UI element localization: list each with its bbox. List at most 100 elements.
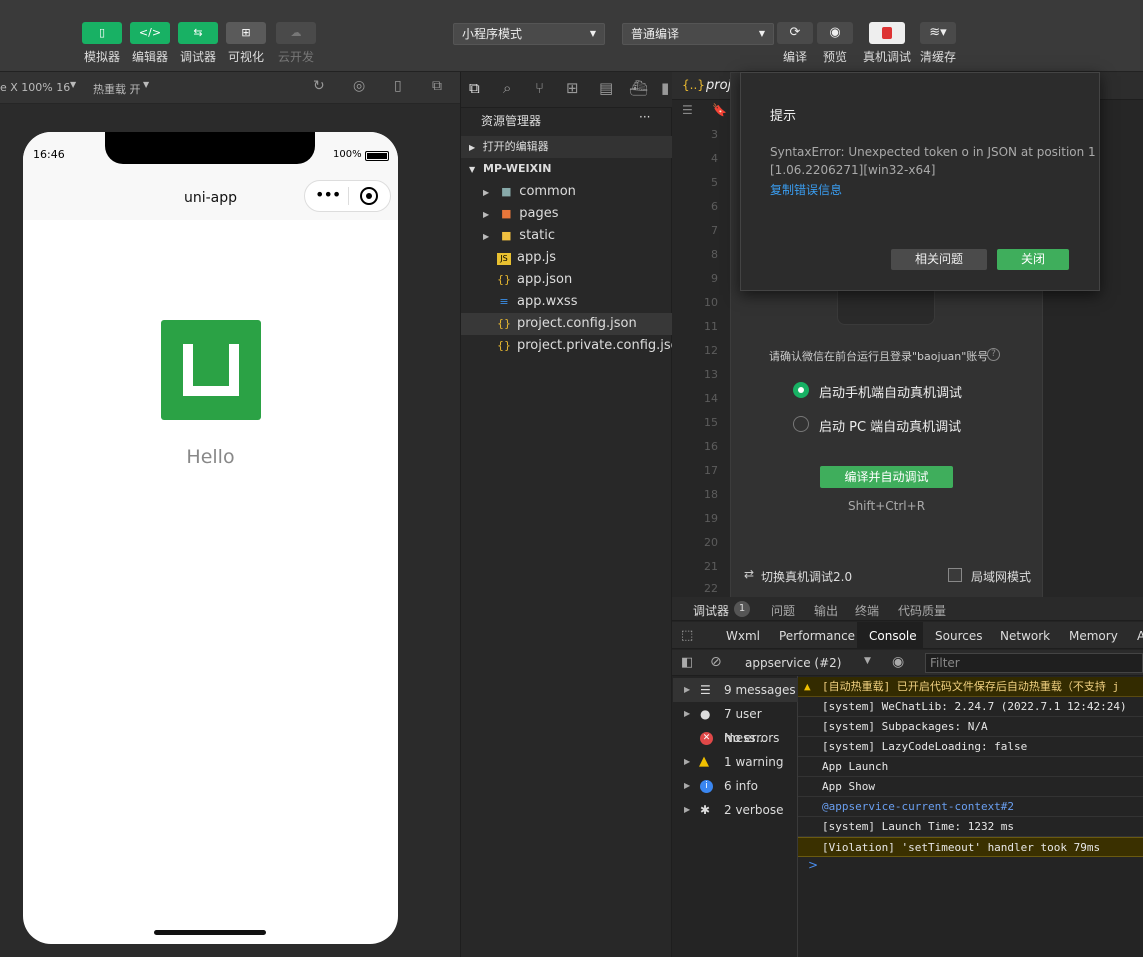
preview-button[interactable]: ◉ 预览 bbox=[813, 22, 857, 65]
tree-item-app-wxss[interactable]: ≡ app.wxss bbox=[461, 291, 672, 313]
close-mini-icon[interactable] bbox=[360, 187, 378, 205]
sidebar-user-messages[interactable]: ▶ ● 7 user mess... bbox=[673, 702, 798, 745]
outline-icon[interactable]: ☰ bbox=[682, 103, 693, 117]
switch-debug-link[interactable]: 切换真机调试2.0 bbox=[761, 568, 852, 585]
tree-item-pages[interactable]: ▶ ■ pages bbox=[461, 203, 672, 225]
project-section[interactable]: ▼ MP-WEIXIN bbox=[461, 158, 672, 180]
status-time: 16:46 bbox=[33, 148, 65, 161]
phone-icon: ▯ bbox=[82, 22, 122, 44]
filter-input[interactable]: Filter bbox=[925, 653, 1143, 673]
close-button[interactable]: 关闭 bbox=[997, 249, 1069, 270]
sidebar-all-messages[interactable]: ▶ ☰ 9 messages bbox=[673, 678, 798, 702]
code-icon: </> bbox=[130, 22, 170, 44]
related-issues-button[interactable]: 相关问题 bbox=[891, 249, 987, 270]
context-select[interactable]: appservice (#2) bbox=[745, 656, 841, 670]
tab-network[interactable]: Network bbox=[1000, 629, 1050, 643]
compile-button[interactable]: ⟳ 编译 bbox=[773, 22, 817, 65]
debugger-toggle-button[interactable]: ⇆ 调试器 bbox=[174, 22, 222, 65]
editor-tab[interactable]: proj bbox=[706, 78, 731, 93]
list-icon: ☰ bbox=[700, 683, 711, 697]
tab-code-quality[interactable]: 代码质量 bbox=[898, 602, 946, 619]
sidebar-info[interactable]: ▶ i 6 info bbox=[673, 774, 798, 798]
more-actions-icon[interactable]: ··· bbox=[639, 110, 650, 124]
error-dialog: 提示 SyntaxError: Unexpected token o in JS… bbox=[740, 72, 1100, 291]
tab-debugger[interactable]: 调试器 bbox=[693, 602, 729, 619]
tab-performance[interactable]: Performance bbox=[779, 629, 855, 643]
rotate-icon[interactable]: ↻ bbox=[313, 78, 325, 94]
stop-icon[interactable]: ◎ bbox=[353, 78, 365, 94]
mode-select[interactable]: 小程序模式 ▼ bbox=[453, 23, 605, 45]
tab-problems[interactable]: 问题 bbox=[771, 602, 795, 619]
tree-item-app-js[interactable]: JS app.js bbox=[461, 247, 672, 269]
console-message: [system] WeChatLib: 2.24.7 (2022.7.1 12:… bbox=[798, 697, 1143, 717]
tab-console-active[interactable]: Console bbox=[857, 622, 923, 649]
tab-sources[interactable]: Sources bbox=[935, 629, 982, 643]
copy-error-link[interactable]: 复制错误信息 bbox=[770, 181, 842, 198]
activity-bar: ⧉ ⌕ ⑂ ⊞ ▤ ⛴ ▮ bbox=[461, 72, 672, 108]
debug-icon: ⇆ bbox=[178, 22, 218, 44]
uni-logo bbox=[161, 320, 261, 420]
eye-icon: ◉ bbox=[817, 22, 853, 44]
caret-down-icon: ▼ bbox=[758, 29, 765, 38]
console-toolbar: ◧ ⊘ appservice (#2) ▼ ◉ Filter bbox=[672, 650, 1143, 676]
debugger-top-tabs: 调试器 1 问题 输出 终端 代码质量 bbox=[672, 597, 1143, 621]
cloud-dev-button[interactable]: ☁ 云开发 bbox=[272, 22, 320, 65]
console-context-link[interactable]: @appservice-current-context#2 bbox=[798, 797, 1143, 817]
files-icon[interactable]: ⧉ bbox=[469, 79, 480, 97]
layers-icon: ≋▾ bbox=[920, 22, 956, 44]
sidebar-verbose[interactable]: ▶ ✱ 2 verbose bbox=[673, 798, 798, 822]
editor-toggle-button[interactable]: </> 编辑器 bbox=[126, 22, 174, 65]
tab-more[interactable]: A bbox=[1137, 629, 1143, 643]
panel-icon[interactable]: ▮ bbox=[661, 79, 669, 97]
tab-wxml[interactable]: Wxml bbox=[726, 629, 760, 643]
tab-terminal[interactable]: 终端 bbox=[855, 602, 879, 619]
tree-item-project-config[interactable]: {} project.config.json bbox=[461, 313, 672, 335]
docker-icon[interactable]: ⛴ bbox=[629, 79, 648, 97]
option-pc-debug[interactable]: 启动 PC 端自动真机调试 bbox=[819, 416, 961, 435]
compile-mode-select[interactable]: 普通编译 ▼ bbox=[622, 23, 774, 45]
tab-memory[interactable]: Memory bbox=[1069, 629, 1118, 643]
sidebar-toggle-icon[interactable]: ◧ bbox=[681, 655, 693, 670]
radio-unselected[interactable] bbox=[793, 416, 809, 432]
json-file-icon: {..} bbox=[682, 78, 705, 92]
tree-item-common[interactable]: ▶ ■ common bbox=[461, 181, 672, 203]
hot-reload-toggle[interactable]: 热重载 开 bbox=[93, 81, 141, 97]
sidebar-warnings[interactable]: ▶ ▲ 1 warning bbox=[673, 750, 798, 774]
popout-icon[interactable]: ⧉ bbox=[432, 78, 442, 94]
search-icon[interactable]: ⌕ bbox=[503, 79, 511, 97]
storage-icon[interactable]: ▤ bbox=[599, 79, 613, 97]
help-icon[interactable]: ? bbox=[987, 348, 1000, 361]
warning-icon: ▲ bbox=[804, 680, 811, 693]
folder-pages-icon: ■ bbox=[501, 207, 512, 220]
capsule-menu[interactable]: ••• bbox=[304, 180, 391, 212]
device-select[interactable]: e X 100% 16 bbox=[0, 81, 70, 94]
confirm-text: 请确认微信在前台运行且登录"baojuan"账号 bbox=[769, 350, 989, 363]
open-editors-section[interactable]: ▶ 打开的编辑器 bbox=[461, 136, 672, 158]
phone-notch bbox=[105, 132, 315, 164]
clear-cache-button[interactable]: ≋▾ 清缓存 bbox=[916, 22, 960, 65]
console-prompt[interactable]: > bbox=[808, 858, 818, 872]
visual-toggle-button[interactable]: ⊞ 可视化 bbox=[222, 22, 270, 65]
compile-debug-button[interactable]: 编译并自动调试 bbox=[820, 466, 953, 488]
chevron-right-icon: ▶ bbox=[684, 757, 691, 766]
clear-console-icon[interactable]: ⊘ bbox=[710, 654, 722, 670]
radio-selected[interactable] bbox=[793, 382, 809, 398]
simulator-toggle-button[interactable]: ▯ 模拟器 bbox=[78, 22, 126, 65]
console-message: [system] Subpackages: N/A bbox=[798, 717, 1143, 737]
tab-output[interactable]: 输出 bbox=[814, 602, 838, 619]
sidebar-errors[interactable]: ✕ No errors bbox=[673, 726, 798, 750]
source-control-icon[interactable]: ⑂ bbox=[535, 79, 544, 97]
inspect-icon[interactable]: ⬚ bbox=[681, 628, 693, 643]
device-icon[interactable]: ▯ bbox=[394, 78, 402, 94]
more-dots-icon[interactable]: ••• bbox=[315, 185, 341, 204]
bookmark-icon[interactable]: 🔖 bbox=[712, 103, 727, 117]
real-device-debug-button[interactable]: 真机调试 bbox=[861, 22, 913, 65]
extensions-icon[interactable]: ⊞ bbox=[566, 79, 579, 97]
tree-item-static[interactable]: ▶ ■ static bbox=[461, 225, 672, 247]
tree-item-project-private-config[interactable]: {} project.private.config.json bbox=[461, 335, 687, 357]
lan-mode-checkbox[interactable] bbox=[948, 568, 962, 582]
eye-icon[interactable]: ◉ bbox=[892, 654, 904, 670]
option-mobile-debug[interactable]: 启动手机端自动真机调试 bbox=[819, 382, 962, 401]
chevron-right-icon: ▶ bbox=[684, 685, 691, 694]
tree-item-app-json[interactable]: {} app.json bbox=[461, 269, 672, 291]
